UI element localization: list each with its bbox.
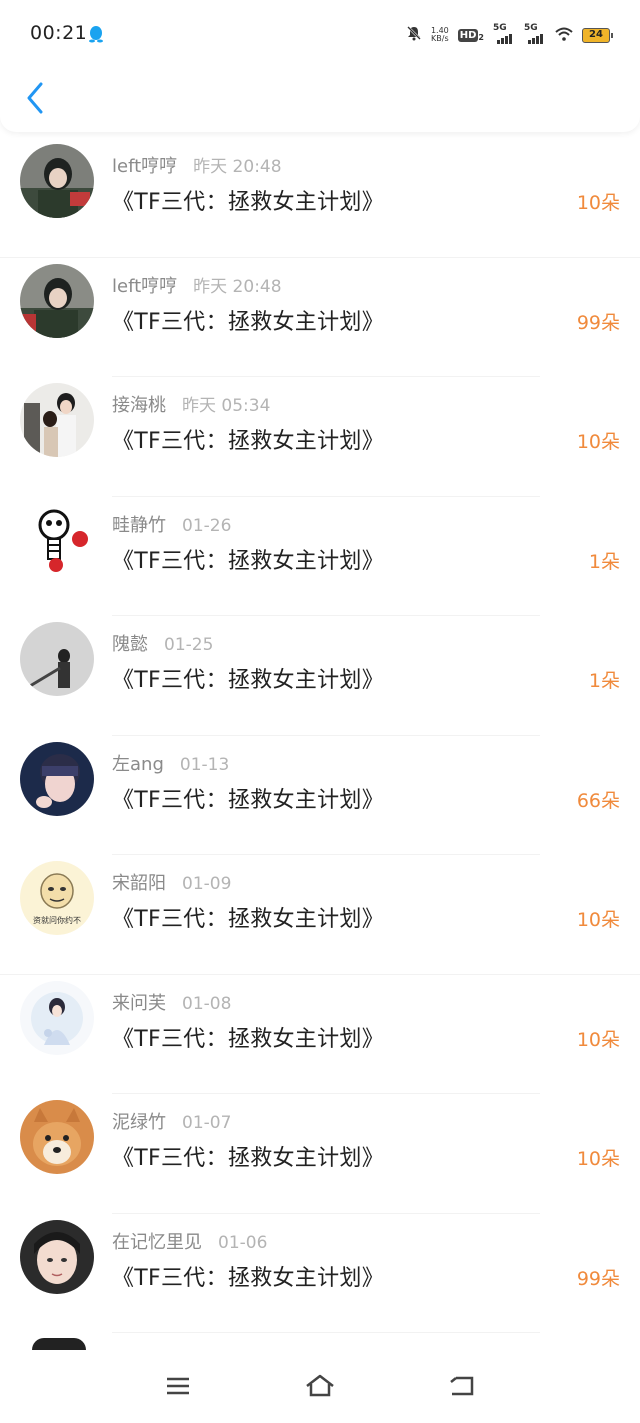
flower-amount: 10朵 [576, 1028, 620, 1051]
book-title[interactable]: 《TF三代：拯救女主计划》 [112, 1140, 384, 1172]
item-meta: 左ang 01-13 [112, 750, 229, 776]
item-time: 01-09 [182, 874, 232, 894]
status-icons: 1.40 KB/s HD 2 5G 5G 24 [406, 23, 613, 46]
item-meta: 在记忆里见 01-06 [112, 1228, 267, 1254]
avatar[interactable] [20, 502, 94, 577]
item-meta: 泥绿竹 01-07 [112, 1108, 231, 1134]
user-name[interactable]: 畦静竹 [112, 515, 166, 536]
user-name[interactable]: left哼哼 [112, 156, 177, 177]
divider [112, 1332, 540, 1333]
user-name[interactable]: 泥绿竹 [112, 1112, 166, 1133]
user-name[interactable]: 在记忆里见 [112, 1232, 202, 1253]
flower-amount: 66朵 [576, 789, 620, 812]
item-meta: 来问芙 01-08 [112, 989, 231, 1015]
list-item[interactable]: left哼哼 昨天 20:48 《TF三代：拯救女主计划》 10朵 [0, 138, 640, 258]
item-meta: 宋韶阳 01-09 [112, 869, 231, 895]
hd-icon: HD 2 [457, 28, 484, 42]
item-time: 昨天 05:34 [182, 396, 271, 416]
book-title[interactable]: 《TF三代：拯救女主计划》 [112, 304, 384, 336]
flower-amount: 10朵 [576, 1148, 620, 1170]
flower-amount: 10朵 [576, 192, 620, 214]
user-name[interactable]: 来问芙 [112, 993, 166, 1014]
battery-icon: 24 [582, 27, 613, 43]
avatar[interactable] [20, 622, 94, 696]
system-back-button[interactable] [442, 1368, 482, 1404]
gift-list: left哼哼 昨天 20:48 《TF三代：拯救女主计划》 10朵 left哼哼昨… [0, 138, 640, 1333]
item-time: 01-08 [182, 993, 232, 1014]
item-time: 01-13 [179, 754, 230, 775]
list-item[interactable]: left哼哼 昨天 20:48 《TF三代：拯救女主计划》 99朵 [0, 258, 640, 377]
qq-notification-icon [88, 25, 104, 43]
avatar[interactable] [20, 980, 94, 1055]
avatar[interactable] [20, 263, 94, 338]
book-title[interactable]: 《TF三代：拯救女主计划》 [112, 423, 384, 455]
user-name[interactable]: 左ang [112, 754, 164, 775]
user-name[interactable]: 宋韶阳 [112, 873, 166, 894]
status-time: 00:21 [30, 22, 88, 44]
list-item[interactable]: 隗懿 01-25 《TF三代：拯救女主计划》 1朵 [0, 616, 640, 736]
list-item[interactable]: 畦静竹 01-26 《TF三代：拯救女主计划》 1朵 [0, 497, 640, 616]
book-title[interactable]: 《TF三代：拯救女主计划》 [112, 662, 384, 694]
back-icon [450, 1376, 474, 1396]
list-item[interactable]: 左ang 01-13 《TF三代：拯救女主计划》 66朵 [0, 736, 640, 855]
flower-amount: 10朵 [576, 431, 620, 453]
system-nav-bar [0, 1350, 640, 1423]
avatar[interactable] [20, 144, 94, 218]
top-header: 00:21 1.40 KB/s HD 2 5G 5G 24 [0, 0, 640, 132]
item-time: 昨天 20:48 [193, 157, 282, 177]
book-title[interactable]: 《TF三代：拯救女主计划》 [112, 543, 384, 575]
avatar[interactable] [20, 383, 94, 457]
wifi-icon [555, 26, 573, 45]
avatar[interactable] [20, 741, 94, 816]
flower-amount: 99朵 [576, 1267, 620, 1290]
flower-amount: 1朵 [588, 670, 620, 692]
avatar[interactable] [20, 1100, 94, 1174]
flower-amount: 10朵 [576, 909, 620, 931]
book-title[interactable]: 《TF三代：拯救女主计划》 [112, 782, 384, 814]
mute-bell-icon [406, 25, 422, 45]
avatar[interactable] [20, 1219, 94, 1294]
list-item[interactable]: 接海桃 昨天 05:34 《TF三代：拯救女主计划》 10朵 [0, 377, 640, 497]
user-name[interactable]: 隗懿 [112, 634, 148, 655]
list-item[interactable]: 泥绿竹 01-07 《TF三代：拯救女主计划》 10朵 [0, 1094, 640, 1214]
list-item[interactable]: 来问芙 01-08 《TF三代：拯救女主计划》 10朵 [0, 975, 640, 1094]
back-button[interactable] [20, 80, 50, 116]
menu-button[interactable] [158, 1368, 198, 1404]
book-title[interactable]: 《TF三代：拯救女主计划》 [112, 184, 384, 216]
flower-amount: 1朵 [588, 550, 620, 573]
item-meta: 隗懿 01-25 [112, 630, 213, 656]
home-icon [306, 1374, 334, 1397]
flower-amount: 99朵 [576, 311, 620, 334]
avatar-partial[interactable] [32, 1338, 86, 1350]
avatar[interactable]: 资就问你约不 [20, 861, 94, 935]
home-button[interactable] [300, 1368, 340, 1404]
item-meta: 接海桃 昨天 05:34 [112, 391, 270, 417]
net-speed: 1.40 KB/s [430, 26, 449, 43]
book-title[interactable]: 《TF三代：拯救女主计划》 [112, 1260, 384, 1292]
item-meta: left哼哼 昨天 20:48 [112, 272, 282, 298]
list-item[interactable]: 资就问你约不 宋韶阳 01-09 《TF三代：拯救女主计划》 10朵 [0, 855, 640, 975]
item-time: 01-26 [182, 515, 232, 536]
item-meta: left哼哼 昨天 20:48 [112, 152, 282, 178]
book-title[interactable]: 《TF三代：拯救女主计划》 [112, 901, 384, 933]
item-time: 01-25 [164, 635, 214, 655]
signal-5g-icon-2: 5G [524, 23, 546, 44]
status-bar: 00:21 1.40 KB/s HD 2 5G 5G 24 [0, 0, 640, 70]
menu-icon [167, 1377, 189, 1395]
list-item[interactable]: 在记忆里见 01-06 《TF三代：拯救女主计划》 99朵 [0, 1214, 640, 1333]
signal-5g-icon: 5G [493, 23, 515, 44]
chevron-left-icon [27, 82, 43, 114]
item-time: 01-06 [218, 1232, 268, 1253]
user-name[interactable]: 接海桃 [112, 395, 166, 416]
user-name[interactable]: left哼哼 [112, 276, 177, 297]
book-title[interactable]: 《TF三代：拯救女主计划》 [112, 1021, 384, 1053]
item-time: 01-07 [182, 1113, 232, 1133]
item-time: 昨天 20:48 [193, 276, 282, 297]
item-meta: 畦静竹 01-26 [112, 511, 231, 537]
svg-text:资就问你约不: 资就问你约不 [33, 915, 81, 925]
